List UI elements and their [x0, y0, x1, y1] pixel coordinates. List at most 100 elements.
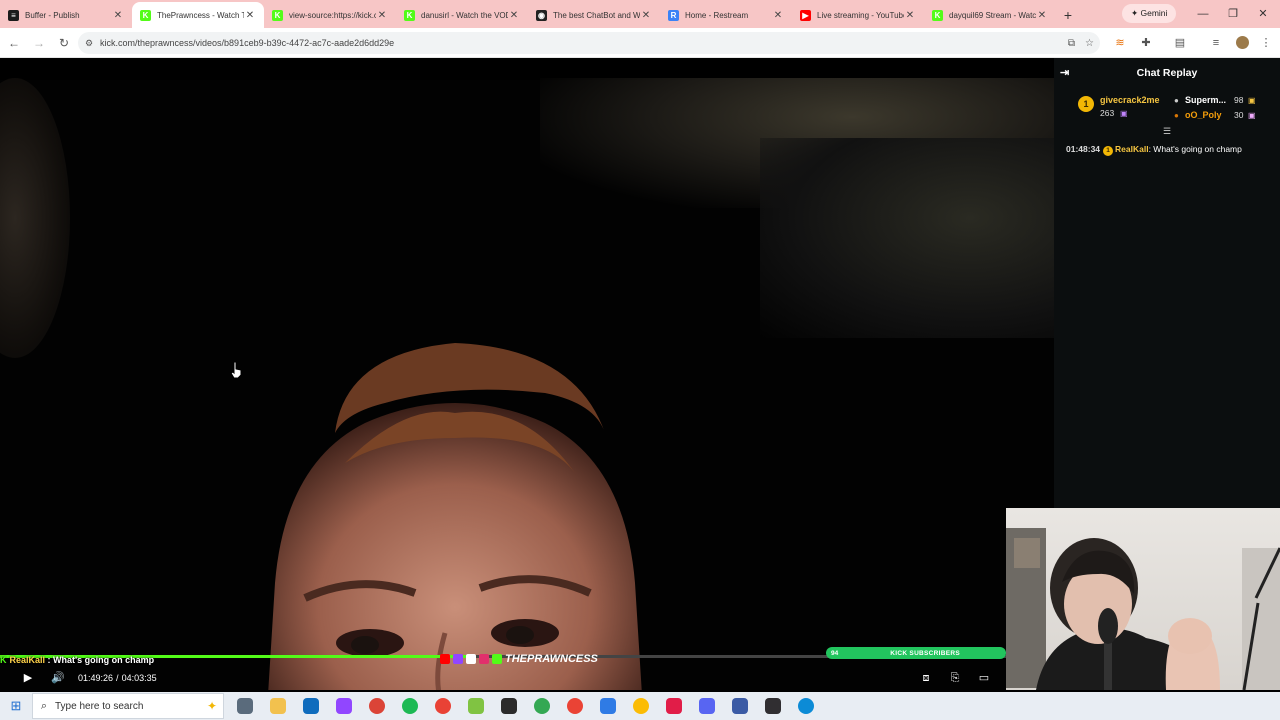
browser-tab[interactable]: Kdayquil69 Stream - Watch ✕: [924, 2, 1056, 28]
tab-favicon-icon: K: [272, 9, 283, 21]
chat-message: 01:48:34 1 RealKall: What's going on champ: [1054, 144, 1280, 156]
video-background-right: [760, 138, 1054, 338]
search-highlight-icon: ✦: [206, 699, 217, 713]
tab-close-icon[interactable]: ✕: [112, 10, 124, 21]
tab-close-icon[interactable]: ✕: [376, 10, 388, 21]
windows-start-icon[interactable]: ⊞: [0, 698, 32, 714]
tab-favicon-icon: ≡: [8, 9, 19, 21]
app-red-taskbar-icon[interactable]: [657, 692, 690, 720]
message-username[interactable]: RealKall: [1115, 144, 1149, 154]
app-monitor-taskbar-icon[interactable]: [723, 692, 756, 720]
webcam-person-image: [1006, 528, 1280, 690]
chrome-profile-taskbar-icon[interactable]: [426, 692, 459, 720]
outlook-taskbar-icon[interactable]: [294, 692, 327, 720]
media-controls-icon[interactable]: ≡: [1206, 33, 1226, 53]
play-icon[interactable]: ▶: [16, 668, 40, 688]
browser-tab-strip: ≡ Buffer - Publish ✕ K ThePrawncess - Watch …: [0, 0, 1280, 28]
new-tab-button[interactable]: +: [1056, 2, 1080, 28]
time-separator: /: [116, 673, 119, 683]
close-window-icon[interactable]: ✕: [1248, 0, 1278, 28]
browser-toolbar: ← → ↻ ⚙ kick.com/theprawncess/videos/b89…: [0, 28, 1280, 58]
file-explorer-icon: [269, 698, 286, 714]
x-icon: [466, 654, 476, 664]
expand-leaderboard-icon[interactable]: ☰: [1054, 126, 1280, 136]
chrome-profile-2-taskbar-icon[interactable]: [525, 692, 558, 720]
tab-close-icon[interactable]: ✕: [1036, 10, 1048, 21]
tab-favicon-icon: R: [668, 9, 679, 21]
browser-tab[interactable]: ◉ The best ChatBot and Widgets✕: [528, 2, 660, 28]
volume-icon[interactable]: 🔊: [46, 668, 70, 688]
gift-icon: ▣: [1248, 111, 1256, 120]
install-app-icon[interactable]: ⧉: [1068, 38, 1075, 49]
video-background-left: [0, 78, 70, 358]
extensions-icon[interactable]: ✚: [1136, 33, 1156, 53]
browser-tab[interactable]: ≡ Buffer - Publish ✕: [0, 2, 132, 28]
task-view-taskbar-icon[interactable]: [228, 692, 261, 720]
tab-title: view-source:https://kick.com: [289, 10, 376, 20]
chrome-profile-4-taskbar-icon[interactable]: [624, 692, 657, 720]
gemini-button[interactable]: ✦ Gemini: [1122, 4, 1177, 23]
app-blue-taskbar-icon[interactable]: [591, 692, 624, 720]
chrome-profile-3-icon: [566, 698, 583, 714]
webcam-overlay: [1006, 508, 1280, 690]
twitch-taskbar-icon[interactable]: [327, 692, 360, 720]
streamlabs-taskbar-icon[interactable]: [459, 692, 492, 720]
video-player[interactable]: K RealKall : What's going on champ THEPRA…: [0, 58, 1054, 690]
back-icon[interactable]: ←: [3, 32, 25, 54]
youtube-icon: [440, 654, 450, 664]
taskbar-search-input[interactable]: ⌕ Type here to search ✦: [32, 693, 224, 719]
collapse-chat-icon[interactable]: ⇥: [1060, 66, 1069, 79]
tab-search-icon[interactable]: ▤: [1170, 33, 1190, 53]
chrome-profile-3-taskbar-icon[interactable]: [558, 692, 591, 720]
site-info-icon[interactable]: ⚙: [78, 38, 100, 49]
search-placeholder: Type here to search: [55, 700, 144, 712]
bookmark-star-icon[interactable]: ☆: [1085, 38, 1094, 49]
forward-icon[interactable]: →: [28, 32, 50, 54]
mini-player-icon[interactable]: ⧈: [914, 668, 938, 688]
tab-favicon-icon: ▶: [800, 9, 811, 21]
rss-extension-icon[interactable]: ≋: [1110, 33, 1130, 53]
browser-tab[interactable]: R Home - Restream ✕: [660, 2, 792, 28]
discord-taskbar-icon[interactable]: [690, 692, 723, 720]
clip-icon[interactable]: ⎘: [943, 668, 967, 688]
overlay-chat-text: : What's going on champ: [45, 655, 155, 665]
search-icon: ⌕: [40, 699, 48, 712]
file-explorer-taskbar-icon[interactable]: [261, 692, 294, 720]
tab-close-icon[interactable]: ✕: [508, 10, 520, 21]
browser-tab[interactable]: K ThePrawncess - Watch ThePrawncess✕: [132, 2, 264, 28]
browser-tab[interactable]: Kview-source:https://kick.com✕: [264, 2, 396, 28]
leader-count-3: 30: [1234, 110, 1244, 120]
reload-icon[interactable]: ↻: [53, 32, 75, 54]
tab-close-icon[interactable]: ✕: [772, 10, 784, 21]
address-bar[interactable]: ⚙ kick.com/theprawncess/videos/b891ceb9-…: [78, 32, 1100, 54]
theater-mode-icon[interactable]: ▭: [972, 668, 996, 688]
leader-name-3[interactable]: oO_Poly: [1185, 110, 1222, 120]
epic-games-icon: [500, 698, 517, 714]
tab-close-icon[interactable]: ✕: [640, 10, 652, 21]
spotify-taskbar-icon[interactable]: [393, 692, 426, 720]
profile-avatar[interactable]: [1232, 33, 1252, 53]
chrome-taskbar-icon[interactable]: [360, 692, 393, 720]
chat-panel: ⇥ Chat Replay 1 givecrack2me 263 ▣ ● Sup…: [1054, 58, 1280, 508]
chat-header: ⇥ Chat Replay: [1054, 58, 1280, 88]
chrome-profile-2-icon: [533, 698, 550, 714]
chrome-profile-icon: [434, 698, 451, 714]
chrome-icon: [368, 698, 385, 714]
tab-close-icon[interactable]: ✕: [244, 10, 256, 21]
epic-games-taskbar-icon[interactable]: [492, 692, 525, 720]
tab-close-icon[interactable]: ✕: [904, 10, 916, 21]
obs-taskbar-icon[interactable]: [756, 692, 789, 720]
subs-label: KICK SUBSCRIBERS: [890, 649, 961, 657]
leader-name-2[interactable]: Superm...: [1185, 95, 1226, 105]
tab-list: ≡ Buffer - Publish ✕ K ThePrawncess - Watch …: [0, 0, 1056, 28]
minimize-icon[interactable]: —: [1188, 0, 1218, 28]
discord-icon: [698, 698, 715, 714]
app-monitor-icon: [731, 698, 748, 714]
twitch-icon: [453, 654, 463, 664]
edge-taskbar-icon[interactable]: [789, 692, 822, 720]
restore-icon[interactable]: ❐: [1218, 0, 1248, 28]
menu-kebab-icon[interactable]: ⋮: [1256, 33, 1276, 53]
leader-name-1[interactable]: givecrack2me: [1100, 95, 1160, 105]
browser-tab[interactable]: ▶ Live streaming - YouTube Studio✕: [792, 2, 924, 28]
browser-tab[interactable]: Kdanusirl - Watch the VOD ✕: [396, 2, 528, 28]
